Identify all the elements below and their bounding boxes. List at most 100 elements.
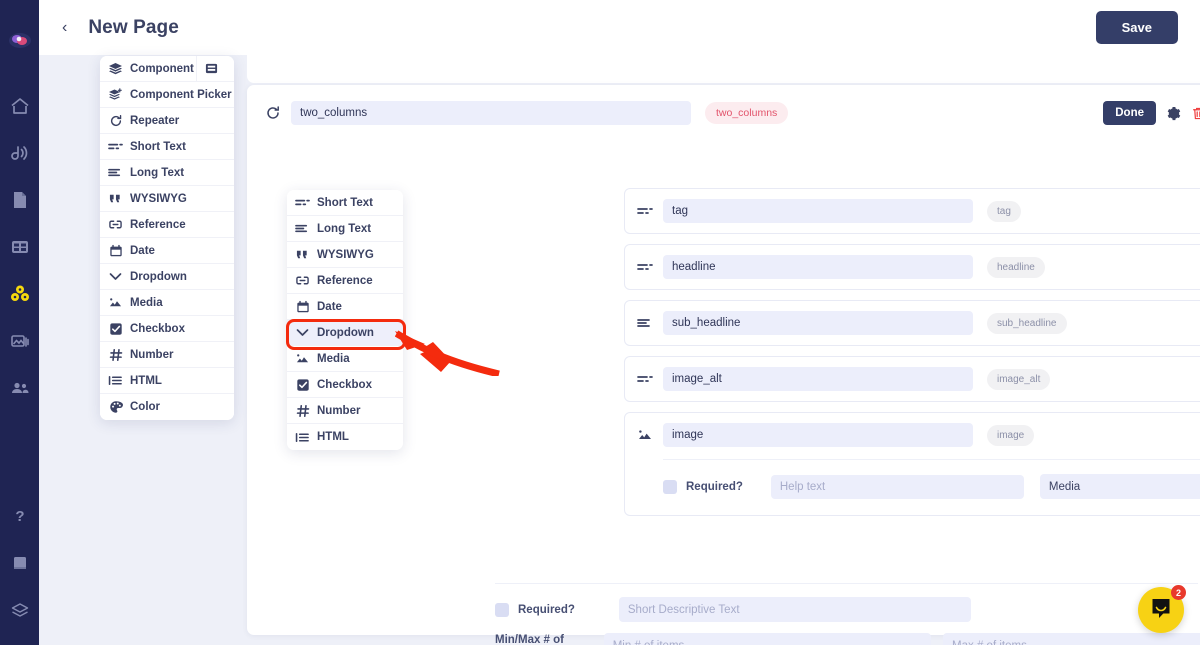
long-text-icon [295, 221, 310, 236]
color-palette-icon [108, 400, 123, 415]
field-row-top: tag [637, 199, 1200, 223]
trash-icon[interactable] [1191, 106, 1200, 121]
help-question-icon[interactable]: ? [10, 506, 30, 526]
chat-unread-badge: 2 [1171, 585, 1186, 600]
repeater-descriptive-input[interactable] [618, 597, 971, 622]
field-type-label: HTML [317, 431, 349, 443]
help-text-input[interactable] [770, 474, 1024, 499]
field-name-input[interactable] [663, 255, 973, 279]
svg-text:?: ? [15, 508, 24, 525]
inner-field-type-number[interactable]: Number [287, 398, 403, 424]
components-icon[interactable] [10, 284, 30, 304]
field-type-label: Reference [317, 274, 373, 287]
inner-field-type-checkbox[interactable]: Checkbox [287, 372, 403, 398]
required-checkbox[interactable] [663, 479, 677, 494]
field-type-label: Color [130, 401, 161, 413]
required-label: Required? [686, 480, 743, 493]
short-text-icon [637, 203, 653, 219]
field-type-media[interactable]: Media [100, 290, 234, 316]
component-slug-pill: two_columns [705, 102, 789, 124]
field-type-long-text[interactable]: Long Text [100, 160, 234, 186]
inner-field-type-html[interactable]: HTML [287, 424, 403, 450]
list-code-icon [108, 373, 123, 388]
divider [495, 583, 1198, 584]
app-root: ? ‹ New Page Save two_columns two_column… [0, 0, 1200, 645]
field-type-wysiwyg[interactable]: WYSIWYG [100, 186, 234, 212]
field-type-reference[interactable]: Reference [100, 212, 234, 238]
page-title: New Page [88, 16, 179, 38]
editor-canvas: two_columns Done [39, 47, 1200, 645]
field-type-menu-outer: Component Component Picker Repeater Shor… [100, 56, 234, 420]
field-type-repeater[interactable]: Repeater [100, 108, 234, 134]
field-type-number[interactable]: Number [100, 342, 234, 368]
field-type-component[interactable]: Component [100, 56, 234, 82]
field-type-component-picker[interactable]: Component Picker [100, 82, 234, 108]
inner-field-type-dropdown[interactable]: Dropdown [287, 320, 403, 346]
inner-field-type-wysiwyg[interactable]: WYSIWYG [287, 242, 403, 268]
users-icon[interactable] [10, 378, 30, 398]
field-name-input[interactable] [663, 199, 973, 223]
chat-widget-button[interactable]: 2 [1138, 585, 1186, 633]
field-type-label: Checkbox [317, 378, 372, 391]
repeater-min-input[interactable] [603, 633, 932, 645]
field-type-label: Component [130, 62, 194, 75]
inner-field-type-reference[interactable]: Reference [287, 268, 403, 294]
field-type-label: Date [130, 244, 155, 257]
field-row-image-alt[interactable]: image_alt [624, 356, 1200, 402]
refresh-icon [108, 113, 123, 128]
field-name-input[interactable] [663, 311, 973, 335]
field-type-menu-inner: Short Text Long Text WYSIWYG Reference D… [287, 190, 403, 450]
short-text-icon [637, 259, 653, 275]
field-slug-pill: image_alt [987, 368, 1051, 390]
media-image-icon [108, 295, 123, 310]
field-name-input[interactable] [663, 367, 973, 391]
field-type-checkbox[interactable]: Checkbox [100, 316, 234, 342]
gear-icon[interactable] [1166, 106, 1181, 121]
field-type-select[interactable]: Media [1039, 474, 1200, 499]
field-type-label: Media [317, 352, 350, 365]
field-type-label: HTML [130, 374, 162, 387]
field-slug-pill: image [987, 424, 1035, 446]
field-type-label: Checkbox [130, 322, 185, 335]
broadcast-icon[interactable] [10, 143, 30, 163]
component-name-input[interactable] [291, 101, 691, 125]
field-rows: tag headline [624, 188, 1200, 526]
field-type-date[interactable]: Date [100, 238, 234, 264]
field-row-tag[interactable]: tag [624, 188, 1200, 234]
back-button[interactable]: ‹ [57, 18, 72, 38]
book-icon[interactable] [10, 553, 30, 573]
grid-layout-icon[interactable] [10, 237, 30, 257]
repeater-required-row: Required? [495, 597, 971, 622]
rail-primary-icons [10, 96, 30, 398]
repeater-max-input[interactable] [943, 633, 1200, 645]
field-row-sub-headline[interactable]: sub_headline [624, 300, 1200, 346]
document-icon[interactable] [10, 190, 30, 210]
calendar-icon [108, 243, 123, 258]
inner-field-type-media[interactable]: Media [287, 346, 403, 372]
long-text-icon [108, 165, 123, 180]
field-type-label: Short Text [130, 140, 187, 153]
field-slug-pill: tag [987, 200, 1021, 222]
field-name-input[interactable] [663, 423, 973, 447]
save-button[interactable]: Save [1095, 11, 1178, 44]
field-type-label: Dropdown [130, 270, 187, 283]
panel-icon[interactable] [196, 56, 226, 82]
layers-icon[interactable] [10, 600, 30, 620]
field-slug-pill: sub_headline [987, 312, 1067, 334]
done-button[interactable]: Done [1103, 101, 1156, 125]
repeater-required-checkbox[interactable] [495, 602, 509, 617]
top-bar: ‹ New Page Save [39, 0, 1200, 55]
media-library-icon[interactable] [10, 331, 30, 351]
field-type-label: Number [317, 404, 361, 417]
field-type-color[interactable]: Color [100, 394, 234, 420]
field-type-dropdown[interactable]: Dropdown [100, 264, 234, 290]
inner-field-type-long-text[interactable]: Long Text [287, 216, 403, 242]
inner-field-type-short-text[interactable]: Short Text [287, 190, 403, 216]
field-row-headline[interactable]: headline [624, 244, 1200, 290]
field-type-short-text[interactable]: Short Text [100, 134, 234, 160]
field-type-html[interactable]: HTML [100, 368, 234, 394]
field-type-label: Short Text [317, 196, 374, 209]
home-icon[interactable] [10, 96, 30, 116]
field-row-image[interactable]: image image Required? Help text Media [624, 412, 1200, 516]
inner-field-type-date[interactable]: Date [287, 294, 403, 320]
